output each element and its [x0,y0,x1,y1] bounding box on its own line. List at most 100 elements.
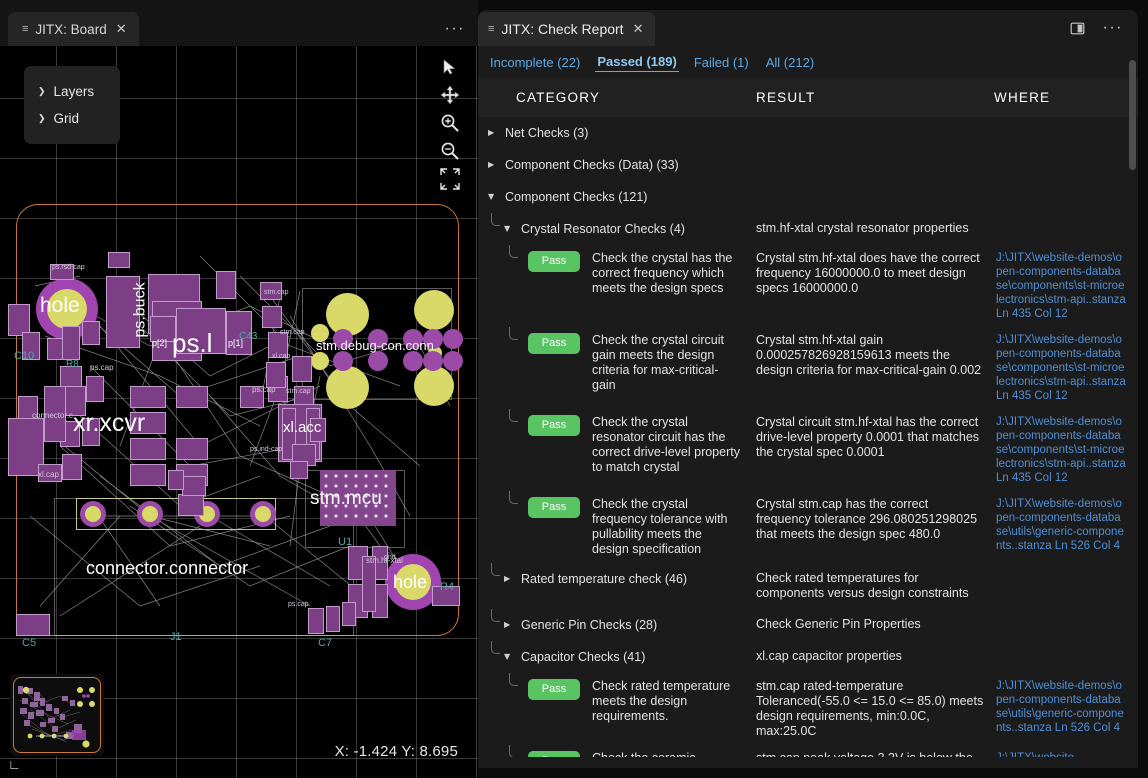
check-report-surface: ≡ JITX: Check Report ✕ ··· Incomplete (2… [478,10,1138,768]
component-footprint [240,386,264,408]
tab-jitx-check-report[interactable]: ≡ JITX: Check Report ✕ [478,12,655,46]
board-canvas[interactable]: holeps.buckps.lp[2]p[1]xr.xcvrstm.debug-… [0,46,478,778]
check-description: Check rated temperature meets the design… [592,679,742,724]
zoom-in-tool[interactable] [436,110,464,136]
chevron-down-icon[interactable]: ▼ [488,189,498,205]
tree-connector [509,245,518,258]
tree-node-row[interactable]: ▶Rated temperature check (46)Check rated… [478,563,1138,609]
tree-connector [491,641,500,654]
jitx-application-window: ≡ JITX: Board ✕ ··· [0,0,1148,778]
scrollbar-thumb[interactable] [1129,60,1136,170]
component-footprint [260,282,282,300]
layers-label: Layers [54,84,95,99]
node-category-cell: ▶Rated temperature check (46) [478,571,756,587]
tree-node-row[interactable]: ▶ Component Checks (Data) (33) [478,149,1138,181]
check-report-tabbar: ≡ JITX: Check Report ✕ ··· [478,10,1138,46]
node-label: Component Checks (Data) (33) [505,157,679,173]
minimap-label: connector.connector [36,734,68,738]
check-result-cell: stm.cap rated-temperature Toleranced(-55… [756,679,996,739]
node-label: Component Checks (121) [505,189,647,205]
check-source-location-link[interactable]: J:\JITX\website-demos\open-components-da… [996,415,1126,485]
check-source-location-link[interactable]: J:\JITX\website-demos\open-components-da… [996,333,1126,403]
check-description: Check the ceramic capacitor [592,751,742,757]
tree-node-row[interactable]: ▶Generic Pin Checks (28)Check Generic Pi… [478,609,1138,641]
status-badge: Pass [528,751,580,757]
grid-label: Grid [54,111,80,126]
component-footprint [182,476,206,496]
component-footprint [16,614,50,636]
chevron-down-icon[interactable]: ▼ [504,649,514,665]
pan-tool[interactable] [436,82,464,108]
check-result-row[interactable]: PassCheck the crystal circuit gain meets… [478,327,1138,409]
node-label: Net Checks (3) [505,125,588,141]
component-footprint [50,264,74,280]
fit-to-view-tool[interactable] [436,166,464,178]
chevron-right-icon[interactable]: ▶ [488,125,498,141]
component-footprint [176,308,226,354]
tree-connector [491,609,500,622]
tree-node-row[interactable]: ▼Crystal Resonator Checks (4)stm.hf-xtal… [478,213,1138,245]
component-footprint [130,464,166,486]
status-badge: Pass [528,251,580,272]
node-result-cell: xl.cap capacitor properties [756,649,996,664]
component-footprint [176,438,208,460]
check-result-cell: stm.cap peak voltage 3.3V is below the w… [756,751,996,757]
component-footprint [44,386,66,442]
tree-connector [509,409,518,422]
check-result-row[interactable]: PassCheck rated temperature meets the de… [478,673,1138,745]
check-report-tab-actions: ··· [1067,18,1126,38]
filter-tab-3[interactable]: All (212) [764,54,816,72]
tree-connector [509,745,518,757]
component-footprint [130,412,166,434]
component-footprint [86,376,104,402]
component-footprint [266,362,286,388]
check-report-scrollbar[interactable] [1128,10,1138,768]
split-editor-icon[interactable] [1067,19,1088,38]
check-category-cell: PassCheck the crystal resonator circuit … [478,415,756,475]
check-result-row[interactable]: PassCheck the crystal resonator circuit … [478,409,1138,491]
check-source-location-link[interactable]: J:\JITX\website-demos\open-components-da… [996,679,1126,735]
tree-node-row[interactable]: ▼ Component Checks (121) [478,181,1138,213]
check-category-cell: PassCheck the crystal circuit gain meets… [478,333,756,393]
more-actions-icon[interactable]: ··· [1100,18,1126,38]
menu-lines-icon: ≡ [22,24,28,35]
node-result-cell: stm.hf-xtal crystal resonator properties [756,221,996,236]
zoom-to-selection-tool[interactable] [436,180,464,192]
check-source-location-link[interactable]: J:\JITX\website-demos\open-components-da… [996,497,1126,553]
tree-node-row[interactable]: ▶ Net Checks (3) [478,117,1138,149]
close-icon[interactable]: ✕ [114,23,129,36]
check-source-location-link[interactable]: J:\JITX\website- [996,751,1126,757]
chevron-right-icon[interactable]: ▶ [488,157,498,173]
grid-section-toggle[interactable]: ❯ Grid [24,105,120,132]
board-minimap[interactable]: connector.connector [10,674,104,756]
check-result-row[interactable]: PassCheck the crystal frequency toleranc… [478,491,1138,563]
column-header-where: WHERE [994,90,1134,105]
node-result-cell: Check rated temperatures for components … [756,571,996,601]
check-table-header: CATEGORY RESULT WHERE [478,78,1138,117]
check-results-tree[interactable]: ▶ Net Checks (3) ▶ Component Checks (Data) … [478,117,1138,757]
tree-connector [509,491,518,504]
check-result-row[interactable]: Pass Check the ceramic capacitor stm.cap p… [478,745,1138,757]
component-footprint [178,494,204,516]
chevron-right-icon[interactable]: ▶ [504,617,514,633]
cursor-tool[interactable] [436,54,464,80]
layers-section-toggle[interactable]: ❯ Layers [24,78,120,105]
filter-tab-0[interactable]: Incomplete (22) [488,54,582,72]
check-source-location-link[interactable]: J:\JITX\website-demos\open-components-da… [996,251,1126,321]
node-category-cell: ▼Crystal Resonator Checks (4) [478,221,756,237]
zoom-out-tool[interactable] [436,138,464,164]
component-footprint [362,556,376,612]
menu-lines-icon: ≡ [488,24,494,35]
chevron-right-icon[interactable]: ▶ [504,571,514,587]
more-actions-icon[interactable]: ··· [442,19,468,39]
chevron-down-icon[interactable]: ▼ [504,221,514,237]
filter-tab-1[interactable]: Passed (189) [595,53,679,72]
check-result-cell: Crystal circuit stm.hf-xtal has the corr… [756,415,996,460]
axis-origin-icon: ∟ [8,758,21,771]
close-icon[interactable]: ✕ [631,23,646,36]
chevron-down-icon: ❯ [38,113,46,124]
filter-tab-2[interactable]: Failed (1) [692,54,751,72]
check-result-row[interactable]: PassCheck the crystal has the correct fr… [478,245,1138,327]
tree-node-row[interactable]: ▼Capacitor Checks (41)xl.cap capacitor p… [478,641,1138,673]
tab-jitx-board[interactable]: ≡ JITX: Board ✕ [8,12,139,46]
